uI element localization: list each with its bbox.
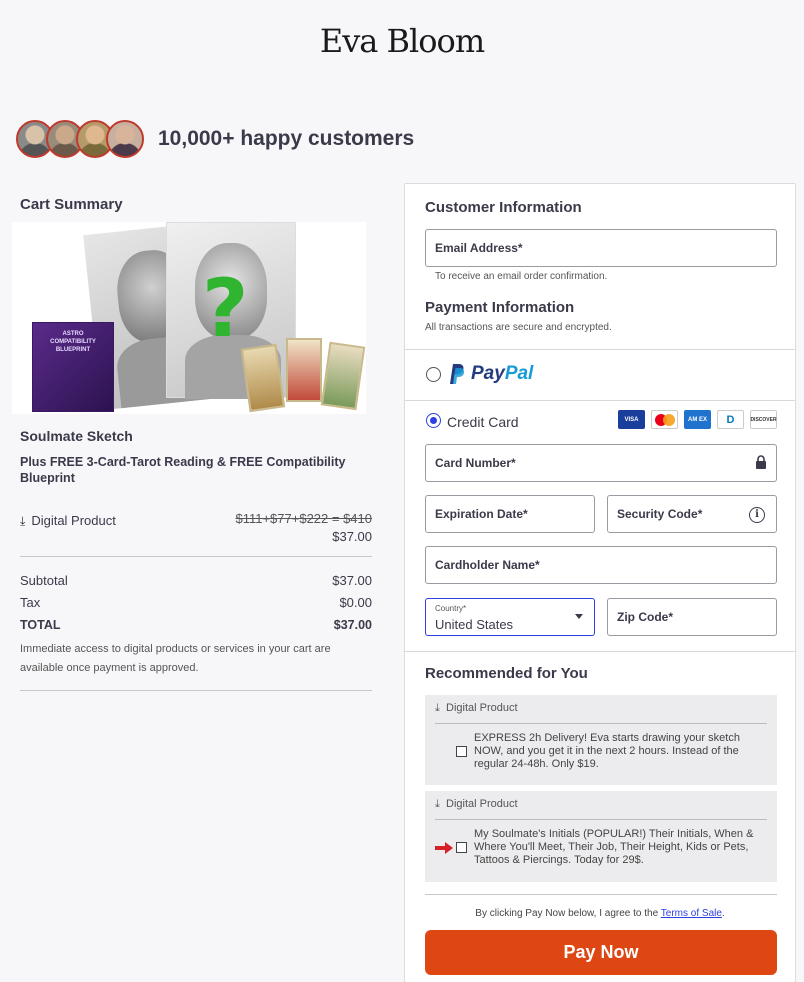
tarot-card (320, 341, 366, 411)
book-title: ASTRO COMPATIBILITY BLUEPRINT (50, 331, 96, 353)
credit-card-radio[interactable] (426, 413, 441, 428)
country-select[interactable]: Country* United States (425, 598, 595, 636)
lock-icon (756, 455, 766, 469)
zip-code-label: Zip Code* (617, 610, 673, 624)
product-price: $37.00 (332, 529, 372, 544)
cardholder-name-label: Cardholder Name* (435, 558, 540, 572)
paypal-logo[interactable]: PayPal (447, 363, 533, 385)
customer-info-title: Customer Information (425, 199, 582, 216)
arrow-right-icon (435, 842, 453, 854)
amex-icon: AM EX (684, 410, 711, 429)
upsell-checkbox[interactable] (456, 746, 467, 757)
cart-summary-title: Cart Summary (20, 196, 123, 213)
upsell-header: ⤓ Digital Product (435, 702, 518, 714)
divider (435, 723, 767, 724)
subtotal-label: Subtotal (20, 573, 68, 588)
tax-row: Tax $0.00 (20, 595, 372, 610)
recommended-title: Recommended for You (425, 665, 588, 682)
divider (435, 819, 767, 820)
tarot-card (286, 338, 322, 402)
download-icon: ⤓ (435, 798, 440, 810)
country-mini-label: Country* (435, 604, 467, 613)
paypal-radio[interactable] (426, 367, 441, 382)
diners-icon: D (717, 410, 744, 429)
discover-icon: DISCOVER (750, 410, 777, 429)
customer-avatars (16, 120, 144, 158)
zip-code-field[interactable]: Zip Code* (607, 598, 777, 636)
download-icon: ⤓ (435, 702, 440, 714)
email-field-label: Email Address* (435, 241, 523, 255)
upsell-checkbox[interactable] (456, 842, 467, 853)
product-image: ? ASTRO COMPATIBILITY BLUEPRINT (12, 222, 366, 414)
card-number-label: Card Number* (435, 456, 516, 470)
upsell-text: My Soulmate's Initials (POPULAR!) Their … (474, 828, 754, 866)
original-price: $111+$77+$222 = $410 (235, 511, 372, 526)
security-code-label: Security Code* (617, 507, 703, 521)
card-brands: VISA AM EX D DISCOVER (618, 410, 777, 429)
question-mark-icon: ? (202, 262, 249, 355)
terms-of-sale-link[interactable]: Terms of Sale (661, 908, 722, 919)
product-subtitle: Plus FREE 3-Card-Tarot Reading & FREE Co… (20, 455, 346, 485)
paypal-icon (450, 364, 465, 384)
secure-note: All transactions are secure and encrypte… (425, 322, 612, 333)
card-number-field[interactable]: Card Number* (425, 444, 777, 482)
digital-product-label: Digital Product (31, 513, 116, 528)
digital-product-row: ⤓ Digital Product $111+$77+$222 = $410 $3… (20, 511, 372, 544)
country-value: United States (435, 617, 514, 632)
divider (405, 651, 795, 652)
product-name: Soulmate Sketch (20, 428, 133, 444)
visa-icon: VISA (618, 410, 645, 429)
social-proof-text: 10,000+ happy customers (158, 127, 415, 150)
total-row: TOTAL $37.00 (20, 618, 372, 632)
download-icon: ⤓ (20, 514, 26, 528)
divider (20, 556, 372, 557)
total-value: $37.00 (333, 618, 372, 632)
divider (405, 400, 795, 401)
mastercard-icon (651, 410, 678, 429)
subtotal-value: $37.00 (332, 573, 372, 588)
credit-card-label[interactable]: Credit Card (447, 414, 519, 430)
upsell-text: EXPRESS 2h Delivery! Eva starts drawing … (474, 732, 740, 770)
tax-label: Tax (20, 595, 41, 610)
social-proof: 10,000+ happy customers (16, 120, 414, 158)
paypal-wordmark: PayPal (471, 363, 534, 384)
avatar (106, 120, 144, 158)
expiration-label: Expiration Date* (435, 507, 528, 521)
upsell-soulmate-initials: ⤓ Digital Product My Soulmate's Initials… (425, 791, 777, 882)
email-field[interactable]: Email Address* (425, 229, 777, 267)
cart-summary: Cart Summary ? ASTRO COMPATIBILITY BLUEP… (12, 196, 372, 691)
subtotal-row: Subtotal $37.00 (20, 573, 372, 588)
access-notice: Immediate access to digital products or … (20, 643, 331, 674)
pay-now-button[interactable]: Pay Now (425, 930, 777, 975)
terms-agreement: By clicking Pay Now below, I agree to th… (475, 908, 725, 919)
upsell-header: ⤓ Digital Product (435, 798, 518, 810)
upsell-express-delivery: ⤓ Digital Product EXPRESS 2h Delivery! E… (425, 695, 777, 785)
divider (405, 349, 795, 350)
payment-info-title: Payment Information (425, 299, 575, 316)
expiration-field[interactable]: Expiration Date* (425, 495, 595, 533)
tax-value: $0.00 (339, 595, 372, 610)
email-hint: To receive an email order confirmation. (435, 271, 608, 282)
divider (425, 894, 777, 895)
brand-logo: Eva Bloom (319, 22, 485, 60)
checkout-panel: Customer Information Email Address* To r… (404, 183, 796, 982)
total-label: TOTAL (20, 618, 61, 632)
chevron-down-icon (575, 614, 583, 619)
security-code-field[interactable]: Security Code* i (607, 495, 777, 533)
info-icon[interactable]: i (749, 507, 765, 523)
divider (20, 690, 372, 691)
cardholder-name-field[interactable]: Cardholder Name* (425, 546, 777, 584)
